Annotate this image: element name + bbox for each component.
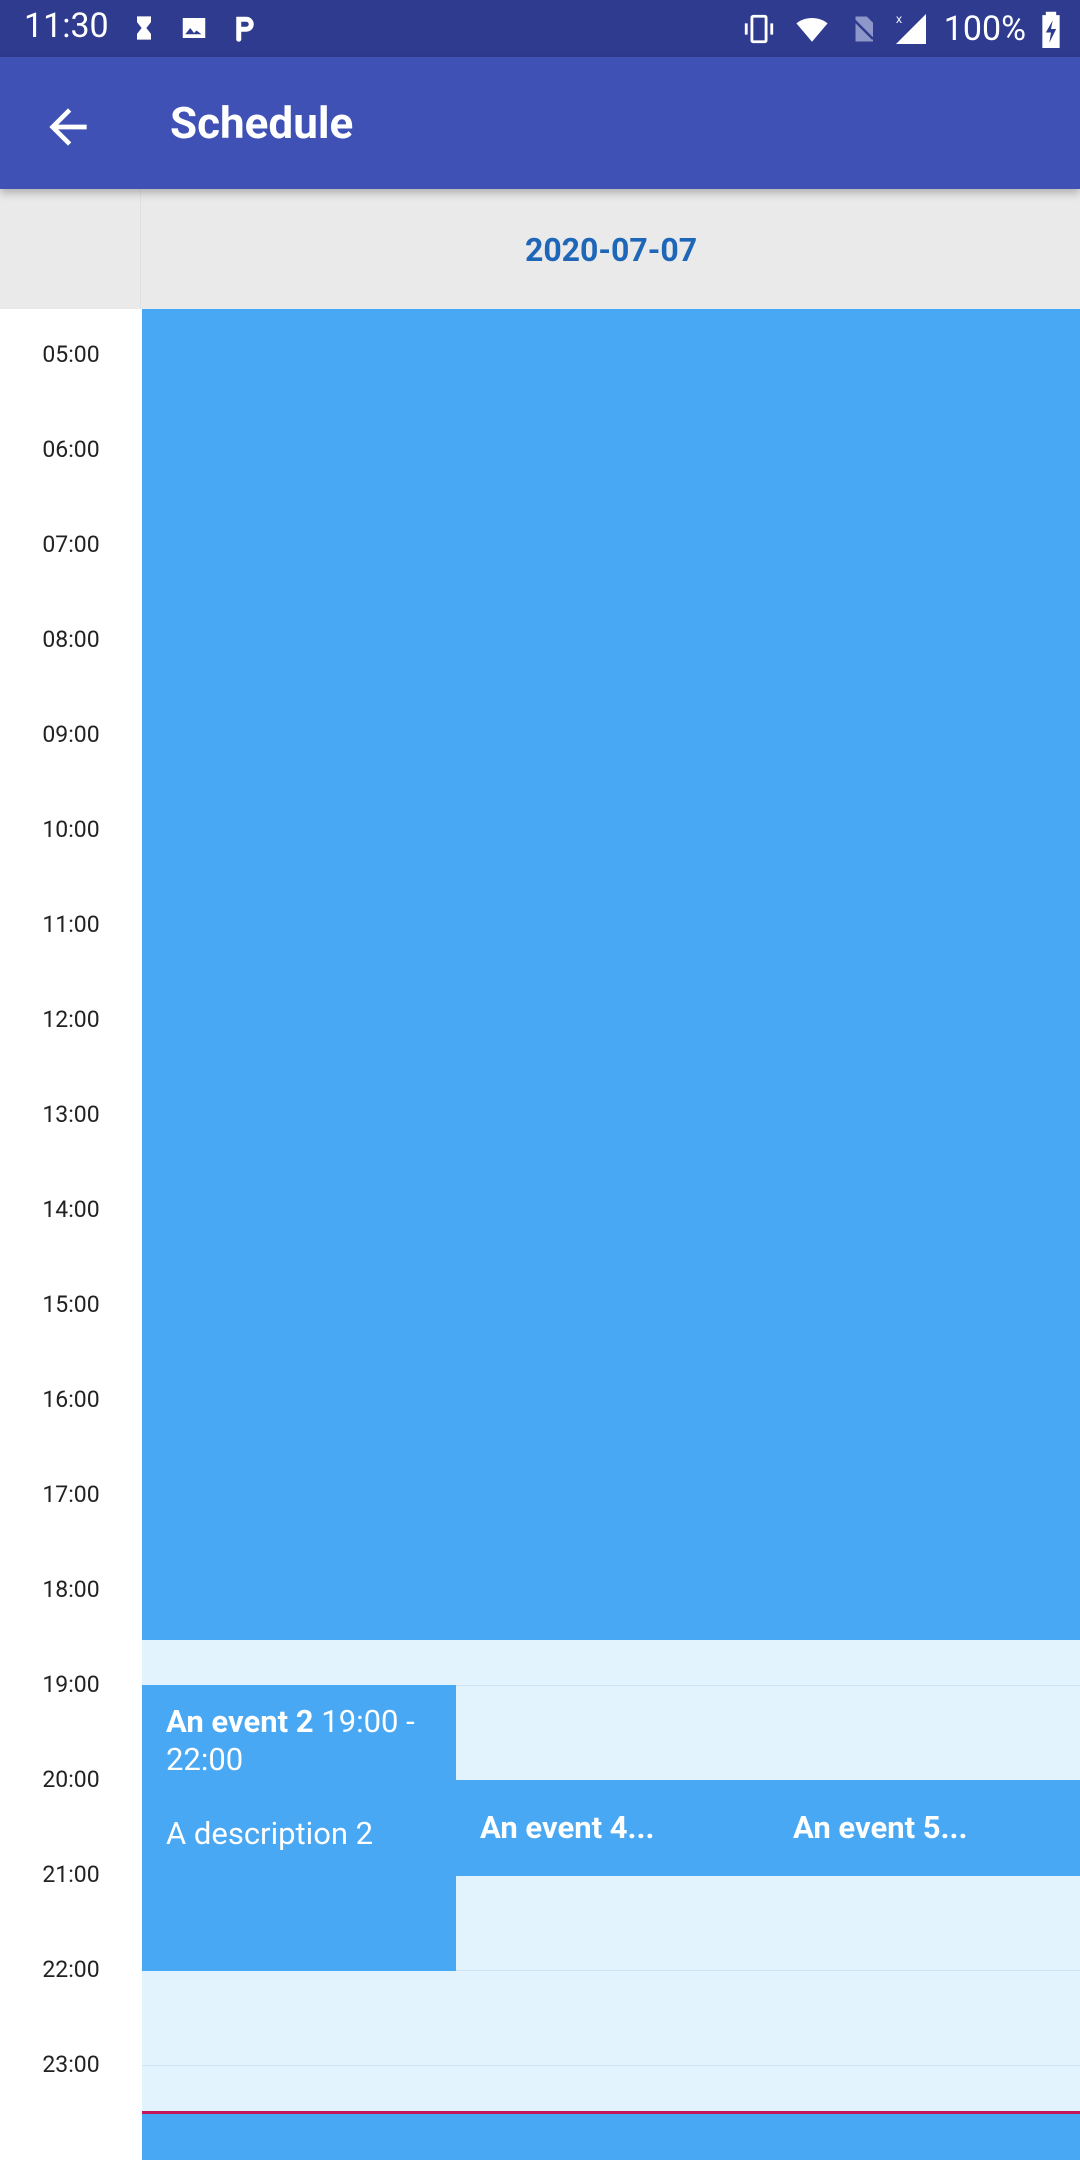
- image-icon: [182, 18, 206, 38]
- hour-label: 11:00: [42, 911, 100, 938]
- hour-label: 12:00: [42, 1006, 100, 1033]
- hour-label: 09:00: [42, 721, 100, 748]
- event-block[interactable]: [142, 309, 1080, 1640]
- event-2-heading: An event 2 19:00 - 22:00: [166, 1703, 432, 1779]
- event-description: A description 2: [166, 1815, 374, 1852]
- day-header-gutter: [0, 189, 141, 309]
- p-app-icon: [236, 16, 254, 42]
- hour-label: 10:00: [42, 816, 100, 843]
- back-button[interactable]: [40, 99, 96, 155]
- svg-text:x: x: [896, 12, 902, 26]
- hour-label: 16:00: [42, 1386, 100, 1413]
- date-label[interactable]: 2020-07-07: [142, 231, 1080, 269]
- wifi-icon: [796, 18, 828, 42]
- hour-label: 18:00: [42, 1576, 100, 1603]
- hour-label: 15:00: [42, 1291, 100, 1318]
- battery-percent: 100%: [943, 9, 1026, 49]
- event-title: An event 2: [166, 1703, 314, 1740]
- hour-label: 13:00: [42, 1101, 100, 1128]
- page-title: Schedule: [170, 97, 354, 149]
- signal-icon: x: [895, 12, 926, 44]
- status-time: 11:30: [24, 6, 109, 46]
- arrow-left-icon: [49, 108, 87, 146]
- event-start-time: 19:00: [321, 1703, 399, 1740]
- hour-label: 17:00: [42, 1481, 100, 1508]
- day-header: 2020-07-07: [0, 189, 1080, 310]
- status-system-icons: x 100%: [742, 6, 1062, 52]
- hour-label: 07:00: [42, 531, 100, 558]
- hour-label: 14:00: [42, 1196, 100, 1223]
- event-title: An event 4...: [480, 1809, 655, 1846]
- no-sim-icon: [851, 16, 874, 42]
- hour-label: 06:00: [42, 436, 100, 463]
- app-bar: Schedule: [0, 57, 1080, 189]
- hour-gridline: [142, 2065, 1080, 2066]
- hour-label: 20:00: [42, 1766, 100, 1793]
- status-notification-icons: [130, 10, 260, 46]
- hour-label: 22:00: [42, 1956, 100, 1983]
- battery-charging-icon: [1042, 11, 1060, 48]
- status-bar: 11:30 x 100%: [0, 0, 1080, 57]
- event-card-2[interactable]: An event 2 19:00 - 22:00 A description 2: [142, 1685, 456, 1971]
- timeline[interactable]: 05:00 06:00 07:00 08:00 09:00 10:00 11:0…: [0, 309, 1080, 2160]
- event-card-5[interactable]: An event 5...: [769, 1780, 1080, 1876]
- event-block-bottom[interactable]: [142, 2114, 1080, 2160]
- hour-label: 23:00: [42, 2051, 100, 2078]
- hourglass-icon: [137, 16, 151, 40]
- event-title: An event 5...: [793, 1809, 968, 1846]
- vibrate-icon: [744, 14, 773, 44]
- hour-label: 05:00: [42, 341, 100, 368]
- event-card-4[interactable]: An event 4...: [456, 1780, 769, 1876]
- hour-label: 19:00: [42, 1671, 100, 1698]
- hour-label: 21:00: [42, 1861, 100, 1888]
- hour-label: 08:00: [42, 626, 100, 653]
